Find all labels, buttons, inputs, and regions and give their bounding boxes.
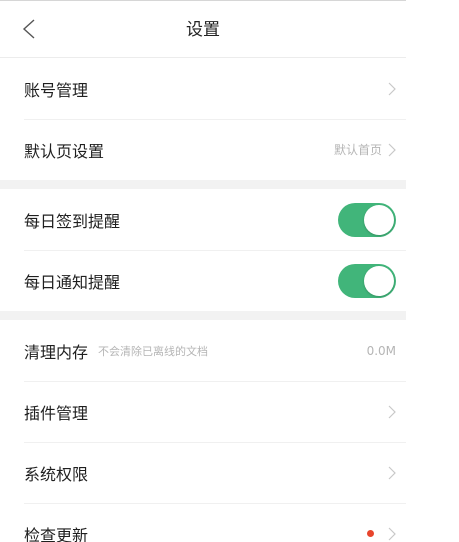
row-right	[367, 527, 396, 541]
row-right	[388, 82, 396, 96]
default-page-value: 默认首页	[333, 143, 382, 157]
page-title: 设置	[186, 20, 220, 40]
section-divider	[0, 311, 406, 320]
chevron-right-icon	[388, 527, 396, 540]
row-right	[388, 405, 396, 419]
row-right	[338, 202, 396, 237]
section-divider	[0, 180, 406, 189]
cache-size-value: 0.0M	[366, 343, 396, 358]
check-update-row[interactable]: 检查更新	[0, 503, 406, 542]
row-right	[388, 466, 396, 480]
row-right: 默认首页	[334, 141, 396, 158]
account-management-row[interactable]: 账号管理	[0, 58, 406, 119]
chevron-right-icon	[388, 143, 396, 156]
daily-notice-row: 每日通知提醒	[0, 250, 406, 311]
account-management-label: 账号管理	[24, 80, 89, 100]
settings-screen: 设置 账号管理 默认页设置 默认首页 每日签到提醒 每日通知提醒 清理内存 不会…	[0, 0, 406, 542]
daily-notice-toggle[interactable]	[338, 263, 396, 298]
default-page-label: 默认页设置	[24, 141, 105, 161]
clear-cache-label: 清理内存	[24, 342, 89, 362]
daily-checkin-row: 每日签到提醒	[0, 189, 406, 250]
clear-cache-hint: 不会清除已离线的文档	[98, 344, 209, 358]
chevron-right-icon	[388, 82, 396, 95]
row-right	[338, 263, 396, 298]
system-permissions-row[interactable]: 系统权限	[0, 442, 406, 503]
system-permissions-label: 系统权限	[24, 464, 89, 484]
update-badge	[367, 530, 374, 537]
daily-checkin-label: 每日签到提醒	[24, 211, 121, 231]
nav-bar: 设置	[0, 0, 406, 58]
toggle-knob	[364, 204, 394, 235]
chevron-right-icon	[388, 405, 396, 418]
toggle-knob	[364, 265, 394, 296]
plugin-management-row[interactable]: 插件管理	[0, 381, 406, 442]
plugin-management-label: 插件管理	[24, 403, 89, 423]
daily-checkin-toggle[interactable]	[338, 202, 396, 237]
row-right: 0.0M	[367, 344, 396, 358]
check-update-label: 检查更新	[24, 525, 89, 542]
default-page-row[interactable]: 默认页设置 默认首页	[0, 119, 406, 180]
chevron-right-icon	[388, 466, 396, 479]
daily-notice-label: 每日通知提醒	[24, 272, 121, 292]
clear-cache-row[interactable]: 清理内存 不会清除已离线的文档 0.0M	[0, 320, 406, 381]
